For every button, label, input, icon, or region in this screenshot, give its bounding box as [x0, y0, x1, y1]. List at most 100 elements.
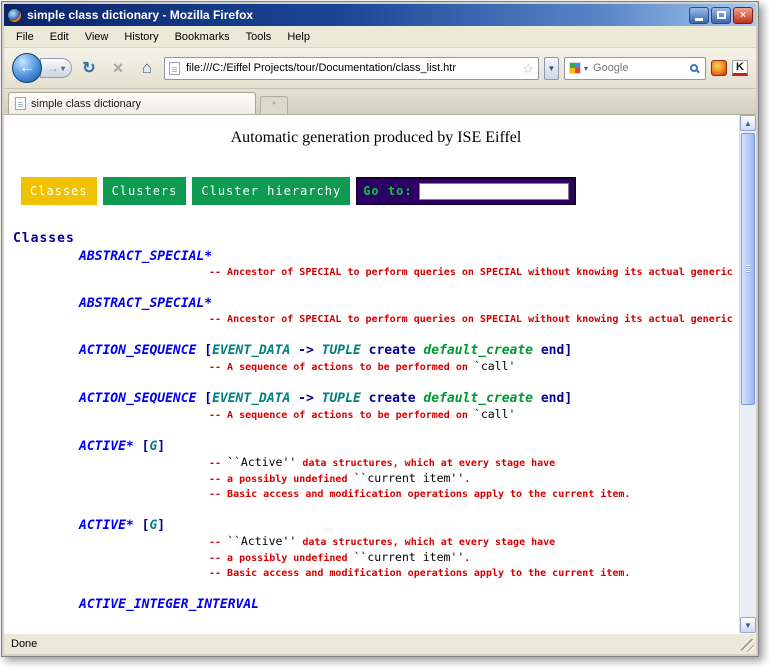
goto-input[interactable]	[419, 183, 569, 200]
code-segment: ``current item''	[354, 550, 465, 564]
class-link[interactable]: ACTIVE*	[79, 439, 134, 454]
code-segment: .	[464, 474, 470, 485]
code-segment: -- Basic access and modification operati…	[209, 568, 630, 579]
class-entry: ABSTRACT_SPECIAL* -- Ancestor of SPECIAL …	[79, 249, 739, 280]
maximize-button[interactable]	[711, 7, 731, 24]
class-link[interactable]: ACTIVE*	[79, 518, 134, 533]
code-segment: ->	[298, 391, 314, 406]
stop-button[interactable]: ×	[106, 56, 130, 80]
code-segment: TUPLE	[322, 343, 361, 358]
class-declaration: ACTIVE* [G]	[79, 439, 739, 455]
code-segment: ``Active''	[227, 534, 296, 548]
bookmark-star-icon[interactable]: ☆	[522, 62, 534, 75]
doc-nav-row: ClassesClustersCluster hierarchy Go to:	[21, 177, 739, 205]
class-comment: -- ``Active'' data structures, which at …	[209, 455, 739, 471]
back-button[interactable]: ←	[12, 53, 42, 83]
search-icon[interactable]	[690, 64, 698, 72]
code-segment: end	[541, 343, 564, 358]
class-declaration: ACTIVE* [G]	[79, 518, 739, 534]
menu-history[interactable]: History	[116, 28, 166, 46]
class-entry: ACTION_SEQUENCE [EVENT_DATA -> TUPLE cre…	[79, 391, 739, 423]
code-segment	[290, 343, 298, 358]
menu-bookmarks[interactable]: Bookmarks	[167, 28, 238, 46]
code-segment: .	[464, 553, 470, 564]
nav-button-cluster-hierarchy[interactable]: Cluster hierarchy	[192, 177, 350, 205]
code-segment	[290, 391, 298, 406]
code-segment: data structures, which at every stage ha…	[296, 458, 555, 469]
class-link[interactable]: ACTION_SEQUENCE	[79, 343, 196, 358]
goto-box: Go to:	[356, 177, 575, 205]
code-segment	[361, 343, 369, 358]
code-segment: ]	[157, 439, 165, 454]
new-tab-stub[interactable]: ⁺	[260, 96, 288, 114]
page-icon	[169, 62, 180, 75]
code-segment	[134, 518, 142, 533]
goto-label: Go to:	[363, 184, 412, 198]
code-segment: -- a possibly undefined	[209, 553, 354, 564]
class-entry: ACTIVE* [G]-- ``Active'' data structures…	[79, 518, 739, 581]
tab-title: simple class dictionary	[31, 98, 141, 110]
resize-grip[interactable]	[741, 639, 754, 652]
doc-nav-buttons: ClassesClustersCluster hierarchy	[21, 177, 350, 205]
menu-help[interactable]: Help	[279, 28, 318, 46]
code-segment: EVENT_DATA	[212, 391, 290, 406]
code-segment: -- Ancestor of SPECIAL to perform querie…	[209, 267, 733, 278]
scroll-down-icon[interactable]: ▼	[740, 617, 756, 633]
code-segment: TUPLE	[322, 391, 361, 406]
class-comment: -- Ancestor of SPECIAL to perform querie…	[209, 265, 739, 280]
code-segment: `call'	[474, 359, 516, 373]
vertical-scrollbar[interactable]: ▲ ▼	[739, 115, 756, 633]
firefox-window: simple class dictionary - Mozilla Firefo…	[1, 1, 759, 657]
tab-page-icon	[15, 97, 26, 110]
code-segment: [	[204, 391, 212, 406]
class-declaration: ACTIVE_INTEGER_INTERVAL	[79, 597, 739, 613]
section-title-classes: Classes	[13, 231, 739, 246]
search-input[interactable]	[591, 61, 687, 75]
url-dropdown-button[interactable]: ▼	[544, 57, 559, 80]
code-segment: -- A sequence of actions to be performed…	[209, 362, 474, 373]
minimize-button[interactable]	[689, 7, 709, 24]
code-segment: ``current item''	[354, 471, 465, 485]
extension-icon-1[interactable]	[711, 60, 727, 76]
window-controls: ×	[689, 7, 753, 24]
class-declaration: ACTION_SEQUENCE [EVENT_DATA -> TUPLE cre…	[79, 391, 739, 407]
menu-tools[interactable]: Tools	[238, 28, 280, 46]
menu-file[interactable]: File	[8, 28, 42, 46]
history-dropdown-icon[interactable]: ▾	[61, 64, 65, 73]
titlebar[interactable]: simple class dictionary - Mozilla Firefo…	[4, 4, 756, 26]
forward-button[interactable]: →▾	[40, 58, 72, 78]
class-entry: ACTIVE_INTEGER_INTERVAL	[79, 597, 739, 613]
address-bar[interactable]: ☆	[164, 57, 539, 80]
class-link[interactable]: ABSTRACT_SPECIAL*	[79, 249, 212, 264]
class-entry: ABSTRACT_SPECIAL* -- Ancestor of SPECIAL …	[79, 296, 739, 327]
search-engine-dropdown-icon[interactable]: ▾	[584, 64, 588, 73]
code-segment: default_create	[423, 343, 533, 358]
tab-simple-class-dictionary[interactable]: simple class dictionary	[8, 92, 256, 114]
nav-button-clusters[interactable]: Clusters	[103, 177, 187, 205]
close-button[interactable]: ×	[733, 7, 753, 24]
scroll-up-icon[interactable]: ▲	[740, 115, 756, 131]
class-link[interactable]: ABSTRACT_SPECIAL*	[79, 296, 212, 311]
class-link[interactable]: ACTION_SEQUENCE	[79, 391, 196, 406]
refresh-button[interactable]: ↻	[77, 56, 101, 80]
class-link[interactable]: ACTIVE_INTEGER_INTERVAL	[79, 597, 259, 612]
url-input[interactable]	[184, 61, 518, 75]
code-segment: create	[369, 391, 416, 406]
scrollbar-thumb[interactable]	[741, 133, 755, 405]
code-segment	[361, 391, 369, 406]
class-comment: -- a possibly undefined ``current item''…	[209, 550, 739, 566]
window-title: simple class dictionary - Mozilla Firefo…	[27, 8, 684, 22]
menu-bar: FileEditViewHistoryBookmarksToolsHelp	[4, 26, 756, 48]
class-list: ABSTRACT_SPECIAL* -- Ancestor of SPECIAL …	[13, 249, 739, 613]
extension-icon-k[interactable]: K	[732, 60, 748, 76]
home-button[interactable]: ⌂	[135, 56, 159, 80]
menu-view[interactable]: View	[77, 28, 117, 46]
scrollbar-track[interactable]	[740, 131, 756, 617]
code-segment: -- Ancestor of SPECIAL to perform querie…	[209, 314, 733, 325]
search-bar[interactable]: ▾	[564, 57, 706, 80]
nav-button-classes[interactable]: Classes	[21, 177, 97, 205]
firefox-icon	[7, 8, 22, 23]
menu-edit[interactable]: Edit	[42, 28, 77, 46]
class-comment: -- A sequence of actions to be performed…	[209, 359, 739, 375]
code-segment: EVENT_DATA	[212, 343, 290, 358]
